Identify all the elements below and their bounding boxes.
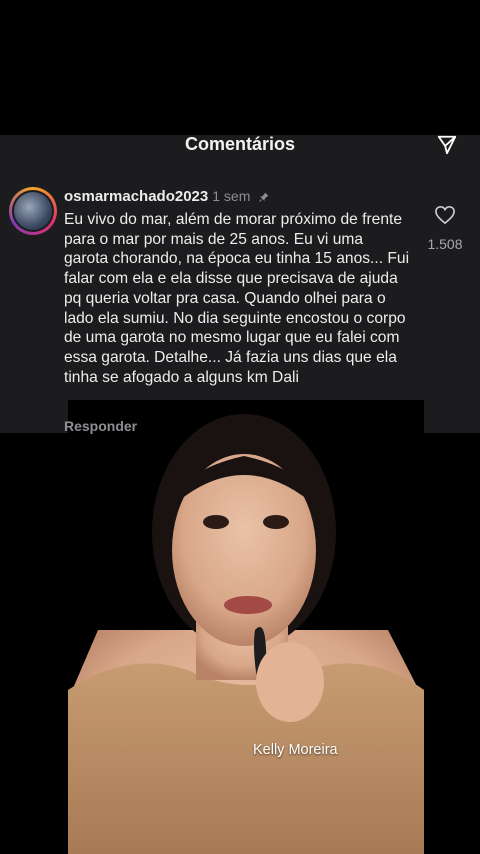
avatar[interactable] — [9, 187, 57, 235]
comments-header: Comentários — [0, 135, 480, 177]
pin-icon — [258, 192, 269, 202]
video-frame: Kelly Moreira — [68, 400, 424, 854]
reply-button[interactable]: Responder — [64, 418, 137, 434]
comment-meta: osmarmachado2023 1 sem — [64, 188, 270, 205]
panel-title: Comentários — [184, 135, 296, 154]
avatar-image — [14, 192, 52, 230]
comment-text: Eu vivo do mar, além de morar próximo de… — [64, 211, 410, 386]
comment-time: 1 sem — [212, 188, 251, 204]
comment-username[interactable]: osmarmachado2023 — [64, 188, 208, 205]
heart-icon[interactable] — [434, 205, 456, 225]
like-count: 1.508 — [427, 236, 463, 252]
video-caption: Kelly Moreira — [253, 742, 338, 758]
video-person — [68, 400, 424, 854]
send-icon[interactable] — [436, 135, 458, 156]
comments-panel: Comentários osmarmachado2023 1 sem Eu viv… — [0, 135, 480, 433]
avatar-ring — [12, 190, 54, 232]
